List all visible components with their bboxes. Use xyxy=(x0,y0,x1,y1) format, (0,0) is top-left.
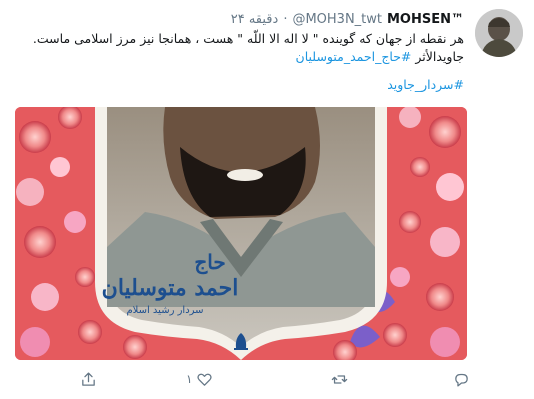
calligraphy-title: حاج xyxy=(194,250,225,275)
reply-button[interactable] xyxy=(453,368,474,390)
tweet-text-line-2: جاویدالأثر #حاج_احمد_متوسلیان xyxy=(0,48,464,66)
display-name[interactable]: MOHSEN™ xyxy=(387,12,464,27)
share-button[interactable] xyxy=(80,368,101,390)
reply-icon xyxy=(455,373,468,387)
tweet-text-word: جاویدالأثر xyxy=(415,49,464,64)
like-count: ۱ xyxy=(186,372,193,386)
poster-illustration: حاج احمد متوسلیان سردار رشید اسلام xyxy=(15,107,467,360)
calligraphy-name: احمد متوسلیان xyxy=(102,275,239,301)
tweet-card[interactable]: ۲۴ دقیقه · @MOH3N_twt MOHSEN™ هر نقطه از… xyxy=(0,0,534,399)
user-handle[interactable]: @MOH3N_twt xyxy=(292,12,382,27)
retweet-icon xyxy=(331,374,348,384)
retweet-button[interactable] xyxy=(331,368,352,390)
tweet-header: ۲۴ دقیقه · @MOH3N_twt MOHSEN™ xyxy=(231,10,464,28)
tweet-time[interactable]: ۲۴ دقیقه xyxy=(231,12,279,27)
tweet-text: هر نقطه از جهان که گوینده " لا اله الا ا… xyxy=(0,30,464,94)
like-button[interactable]: ۱ xyxy=(186,368,213,390)
heart-icon xyxy=(197,373,213,386)
poster-subtitle: سردار رشید اسلام xyxy=(126,305,203,316)
tweet-actions: ۱ xyxy=(80,368,480,392)
tweet-text-line-1: هر نقطه از جهان که گوینده " لا اله الا ا… xyxy=(32,31,464,46)
tweet-image[interactable]: حاج احمد متوسلیان سردار رشید اسلام xyxy=(15,107,467,360)
tweet-text-line-3: #سردار_جاوید xyxy=(0,76,464,94)
hashtag-sardar-javid[interactable]: #سردار_جاوید xyxy=(387,77,464,92)
share-icon xyxy=(82,371,95,386)
separator-dot: · xyxy=(283,11,288,27)
avatar[interactable] xyxy=(475,9,523,57)
avatar-soldier-image xyxy=(475,9,523,57)
hashtag-ahmad-motevaselian[interactable]: #حاج_احمد_متوسلیان xyxy=(296,49,412,64)
